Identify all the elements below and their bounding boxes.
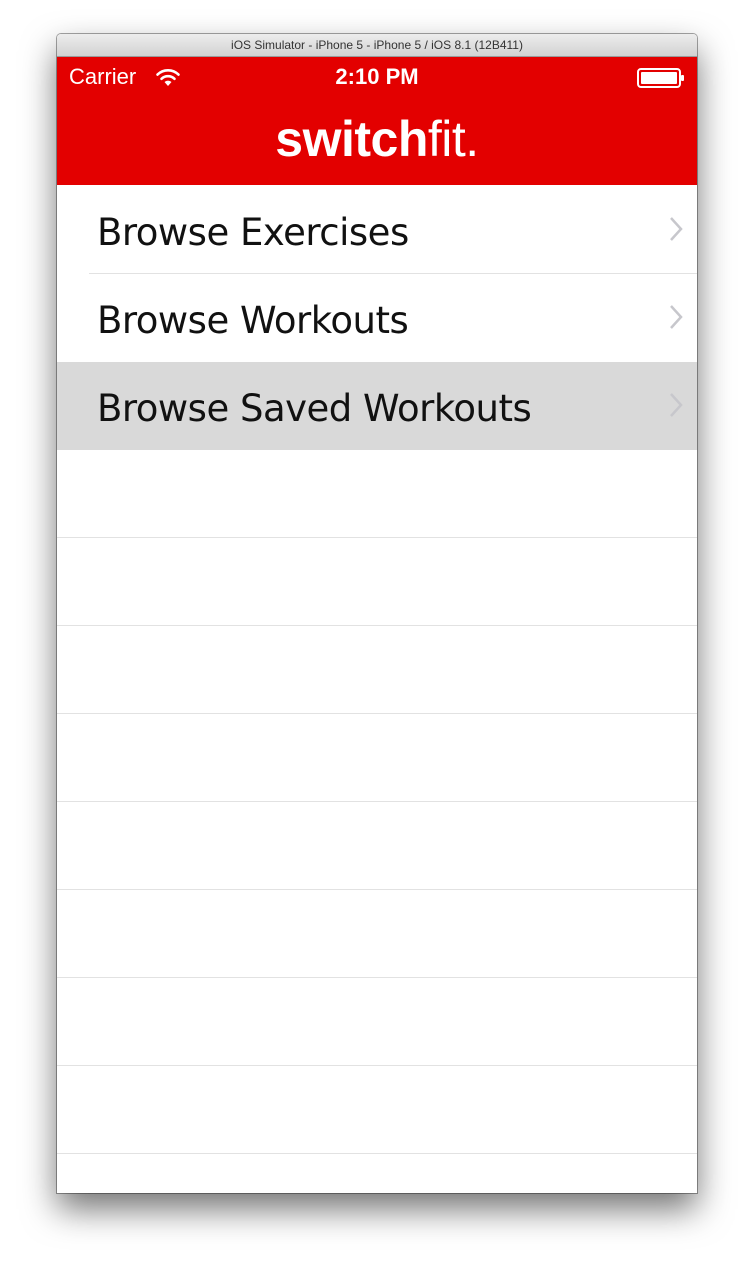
logo-light-text: fit. <box>427 111 479 167</box>
menu-list: Browse Exercises Browse Workouts Browse … <box>57 186 697 1193</box>
chevron-right-icon <box>670 393 683 417</box>
empty-row <box>57 978 697 1066</box>
menu-item-label: Browse Saved Workouts <box>97 387 532 430</box>
menu-item-browse-exercises[interactable]: Browse Exercises <box>57 186 697 274</box>
empty-row <box>57 1066 697 1154</box>
chevron-right-icon <box>670 217 683 241</box>
app-logo: switchfit. <box>57 109 697 169</box>
menu-item-label: Browse Workouts <box>97 299 409 342</box>
window-titlebar: iOS Simulator - iPhone 5 - iPhone 5 / iO… <box>57 34 697 57</box>
empty-row <box>57 1154 697 1193</box>
empty-row <box>57 890 697 978</box>
simulator-window: iOS Simulator - iPhone 5 - iPhone 5 / iO… <box>57 34 697 1193</box>
battery-icon <box>637 68 684 88</box>
status-time: 2:10 PM <box>335 64 419 89</box>
empty-row <box>57 538 697 626</box>
menu-item-label: Browse Exercises <box>97 211 409 254</box>
menu-item-browse-workouts[interactable]: Browse Workouts <box>57 274 697 362</box>
navigation-bar: Carrier 2:10 PM switchfit. <box>57 57 697 185</box>
empty-row <box>57 626 697 714</box>
empty-row <box>57 450 697 538</box>
chevron-right-icon <box>670 305 683 329</box>
menu-item-browse-saved-workouts[interactable]: Browse Saved Workouts <box>57 362 697 450</box>
empty-row <box>57 802 697 890</box>
empty-row <box>57 714 697 802</box>
logo-bold-text: switch <box>275 111 428 167</box>
